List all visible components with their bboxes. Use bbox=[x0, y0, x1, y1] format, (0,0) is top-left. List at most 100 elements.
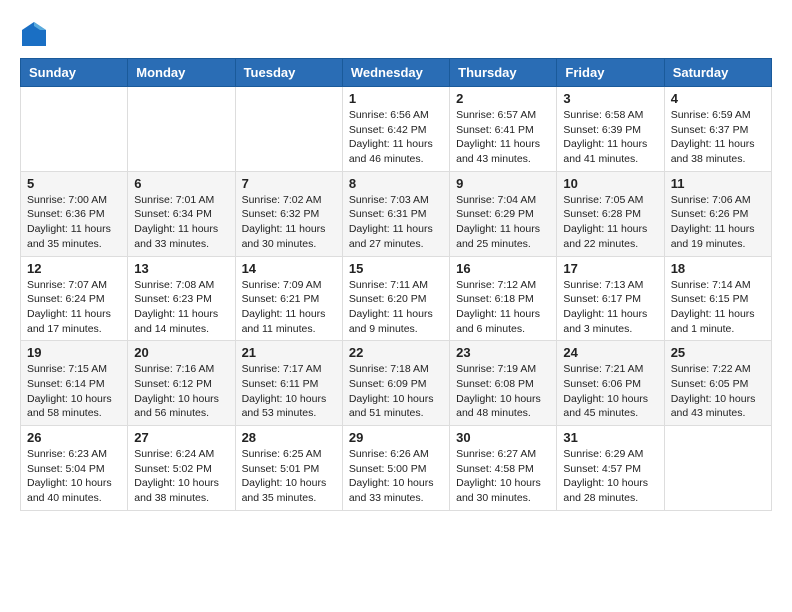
day-info: Sunrise: 7:21 AM Sunset: 6:06 PM Dayligh… bbox=[563, 362, 657, 421]
day-number: 7 bbox=[242, 176, 336, 191]
day-number: 6 bbox=[134, 176, 228, 191]
day-info: Sunrise: 6:25 AM Sunset: 5:01 PM Dayligh… bbox=[242, 447, 336, 506]
day-cell: 17Sunrise: 7:13 AM Sunset: 6:17 PM Dayli… bbox=[557, 256, 664, 341]
day-info: Sunrise: 7:12 AM Sunset: 6:18 PM Dayligh… bbox=[456, 278, 550, 337]
day-cell: 2 Sunrise: 6:57 AM Sunset: 6:41 PM Daylig… bbox=[450, 87, 557, 172]
day-info: Sunrise: 6:23 AM Sunset: 5:04 PM Dayligh… bbox=[27, 447, 121, 506]
day-cell: 16 Sunrise: 7:12 AM Sunset: 6:18 PM Dayli… bbox=[450, 256, 557, 341]
day-cell: 20 Sunrise: 7:16 AM Sunset: 6:12 PM Dayli… bbox=[128, 341, 235, 426]
day-number: 2 bbox=[456, 91, 550, 106]
day-header-friday: Friday bbox=[557, 59, 664, 87]
day-cell: 5 Sunrise: 7:00 AM Sunset: 6:36 PM Daylig… bbox=[21, 171, 128, 256]
day-info: Sunrise: 7:16 AM Sunset: 6:12 PM Dayligh… bbox=[134, 362, 228, 421]
day-header-sunday: Sunday bbox=[21, 59, 128, 87]
day-info: Sunrise: 6:24 AM Sunset: 5:02 PM Dayligh… bbox=[134, 447, 228, 506]
day-info: Sunrise: 6:56 AM Sunset: 6:42 PM Dayligh… bbox=[349, 108, 443, 167]
day-info: Sunrise: 7:07 AM Sunset: 6:24 PM Dayligh… bbox=[27, 278, 121, 337]
day-cell: 22 Sunrise: 7:18 AM Sunset: 6:09 PM Dayli… bbox=[342, 341, 449, 426]
day-cell: 21 Sunrise: 7:17 AM Sunset: 6:11 PM Dayli… bbox=[235, 341, 342, 426]
page-header bbox=[20, 20, 772, 48]
day-header-tuesday: Tuesday bbox=[235, 59, 342, 87]
day-info: Sunrise: 7:15 AM Sunset: 6:14 PM Dayligh… bbox=[27, 362, 121, 421]
calendar-table: SundayMondayTuesdayWednesdayThursdayFrid… bbox=[20, 58, 772, 511]
day-info: Sunrise: 6:57 AM Sunset: 6:41 PM Dayligh… bbox=[456, 108, 550, 167]
day-cell: 6 Sunrise: 7:01 AM Sunset: 6:34 PM Daylig… bbox=[128, 171, 235, 256]
day-number: 17 bbox=[563, 261, 657, 276]
day-number: 20 bbox=[134, 345, 228, 360]
day-number: 12 bbox=[27, 261, 121, 276]
day-number: 4 bbox=[671, 91, 765, 106]
day-info: Sunrise: 7:01 AM Sunset: 6:34 PM Dayligh… bbox=[134, 193, 228, 252]
day-cell: 3 Sunrise: 6:58 AM Sunset: 6:39 PM Daylig… bbox=[557, 87, 664, 172]
day-number: 29 bbox=[349, 430, 443, 445]
day-cell: 25 Sunrise: 7:22 AM Sunset: 6:05 PM Dayli… bbox=[664, 341, 771, 426]
day-info: Sunrise: 7:08 AM Sunset: 6:23 PM Dayligh… bbox=[134, 278, 228, 337]
day-number: 18 bbox=[671, 261, 765, 276]
day-number: 22 bbox=[349, 345, 443, 360]
day-cell: 31 Sunrise: 6:29 AM Sunset: 4:57 PM Dayli… bbox=[557, 426, 664, 511]
day-number: 15 bbox=[349, 261, 443, 276]
day-info: Sunrise: 7:05 AM Sunset: 6:28 PM Dayligh… bbox=[563, 193, 657, 252]
day-cell: 1 Sunrise: 6:56 AM Sunset: 6:42 PM Daylig… bbox=[342, 87, 449, 172]
day-number: 31 bbox=[563, 430, 657, 445]
days-header-row: SundayMondayTuesdayWednesdayThursdayFrid… bbox=[21, 59, 772, 87]
day-info: Sunrise: 7:11 AM Sunset: 6:20 PM Dayligh… bbox=[349, 278, 443, 337]
day-info: Sunrise: 6:58 AM Sunset: 6:39 PM Dayligh… bbox=[563, 108, 657, 167]
week-row-5: 26 Sunrise: 6:23 AM Sunset: 5:04 PM Dayli… bbox=[21, 426, 772, 511]
day-number: 3 bbox=[563, 91, 657, 106]
day-header-thursday: Thursday bbox=[450, 59, 557, 87]
day-cell: 11Sunrise: 7:06 AM Sunset: 6:26 PM Dayli… bbox=[664, 171, 771, 256]
day-number: 27 bbox=[134, 430, 228, 445]
day-cell: 13 Sunrise: 7:08 AM Sunset: 6:23 PM Dayli… bbox=[128, 256, 235, 341]
day-number: 21 bbox=[242, 345, 336, 360]
day-info: Sunrise: 7:18 AM Sunset: 6:09 PM Dayligh… bbox=[349, 362, 443, 421]
day-info: Sunrise: 7:22 AM Sunset: 6:05 PM Dayligh… bbox=[671, 362, 765, 421]
day-number: 16 bbox=[456, 261, 550, 276]
day-cell: 4 Sunrise: 6:59 AM Sunset: 6:37 PM Daylig… bbox=[664, 87, 771, 172]
day-cell: 8 Sunrise: 7:03 AM Sunset: 6:31 PM Daylig… bbox=[342, 171, 449, 256]
logo-icon bbox=[20, 20, 48, 48]
day-info: Sunrise: 7:04 AM Sunset: 6:29 PM Dayligh… bbox=[456, 193, 550, 252]
day-info: Sunrise: 7:17 AM Sunset: 6:11 PM Dayligh… bbox=[242, 362, 336, 421]
day-cell: 18 Sunrise: 7:14 AM Sunset: 6:15 PM Dayli… bbox=[664, 256, 771, 341]
day-cell bbox=[235, 87, 342, 172]
day-cell: 26 Sunrise: 6:23 AM Sunset: 5:04 PM Dayli… bbox=[21, 426, 128, 511]
logo bbox=[20, 20, 52, 48]
day-number: 1 bbox=[349, 91, 443, 106]
day-info: Sunrise: 7:09 AM Sunset: 6:21 PM Dayligh… bbox=[242, 278, 336, 337]
day-number: 25 bbox=[671, 345, 765, 360]
day-info: Sunrise: 7:19 AM Sunset: 6:08 PM Dayligh… bbox=[456, 362, 550, 421]
day-cell bbox=[128, 87, 235, 172]
day-cell: 15 Sunrise: 7:11 AM Sunset: 6:20 PM Dayli… bbox=[342, 256, 449, 341]
day-info: Sunrise: 7:03 AM Sunset: 6:31 PM Dayligh… bbox=[349, 193, 443, 252]
day-number: 28 bbox=[242, 430, 336, 445]
day-cell: 30Sunrise: 6:27 AM Sunset: 4:58 PM Dayli… bbox=[450, 426, 557, 511]
day-info: Sunrise: 6:29 AM Sunset: 4:57 PM Dayligh… bbox=[563, 447, 657, 506]
day-cell: 10 Sunrise: 7:05 AM Sunset: 6:28 PM Dayli… bbox=[557, 171, 664, 256]
day-number: 14 bbox=[242, 261, 336, 276]
week-row-4: 19Sunrise: 7:15 AM Sunset: 6:14 PM Dayli… bbox=[21, 341, 772, 426]
day-info: Sunrise: 7:02 AM Sunset: 6:32 PM Dayligh… bbox=[242, 193, 336, 252]
day-cell bbox=[664, 426, 771, 511]
day-header-wednesday: Wednesday bbox=[342, 59, 449, 87]
day-cell: 14 Sunrise: 7:09 AM Sunset: 6:21 PM Dayli… bbox=[235, 256, 342, 341]
day-info: Sunrise: 6:59 AM Sunset: 6:37 PM Dayligh… bbox=[671, 108, 765, 167]
day-number: 26 bbox=[27, 430, 121, 445]
day-info: Sunrise: 6:26 AM Sunset: 5:00 PM Dayligh… bbox=[349, 447, 443, 506]
day-cell: 24Sunrise: 7:21 AM Sunset: 6:06 PM Dayli… bbox=[557, 341, 664, 426]
day-header-monday: Monday bbox=[128, 59, 235, 87]
day-number: 30 bbox=[456, 430, 550, 445]
week-row-2: 5 Sunrise: 7:00 AM Sunset: 6:36 PM Daylig… bbox=[21, 171, 772, 256]
day-cell: 7 Sunrise: 7:02 AM Sunset: 6:32 PM Daylig… bbox=[235, 171, 342, 256]
day-number: 11 bbox=[671, 176, 765, 191]
day-number: 13 bbox=[134, 261, 228, 276]
day-cell: 29 Sunrise: 6:26 AM Sunset: 5:00 PM Dayli… bbox=[342, 426, 449, 511]
day-info: Sunrise: 7:00 AM Sunset: 6:36 PM Dayligh… bbox=[27, 193, 121, 252]
day-header-saturday: Saturday bbox=[664, 59, 771, 87]
day-cell: 28 Sunrise: 6:25 AM Sunset: 5:01 PM Dayli… bbox=[235, 426, 342, 511]
day-number: 10 bbox=[563, 176, 657, 191]
day-cell: 23Sunrise: 7:19 AM Sunset: 6:08 PM Dayli… bbox=[450, 341, 557, 426]
day-number: 8 bbox=[349, 176, 443, 191]
day-number: 5 bbox=[27, 176, 121, 191]
day-info: Sunrise: 7:14 AM Sunset: 6:15 PM Dayligh… bbox=[671, 278, 765, 337]
